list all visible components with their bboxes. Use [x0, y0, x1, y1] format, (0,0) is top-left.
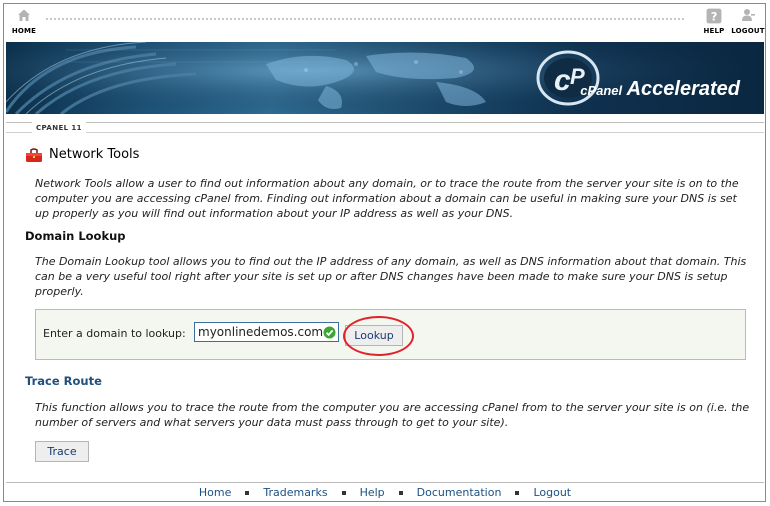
domain-input[interactable]: myonlinedemos.com	[194, 322, 339, 342]
home-nav-label: HOME	[11, 27, 37, 35]
highlight-annotation-circle	[343, 316, 414, 356]
domain-lookup-heading: Domain Lookup	[25, 229, 126, 243]
valid-check-icon	[323, 326, 336, 339]
footer-separator	[245, 491, 250, 495]
page-title: Network Tools	[49, 147, 140, 162]
logout-nav-label: LOGOUT	[731, 27, 765, 35]
help-nav-button[interactable]: ? HELP	[696, 8, 732, 35]
top-navbar: HOME ? HELP LOGOUT	[6, 6, 766, 42]
footer-link-help[interactable]: Help	[360, 486, 385, 499]
home-nav-button[interactable]: HOME	[6, 8, 42, 35]
footer-separator	[515, 491, 520, 495]
svg-text:?: ?	[711, 10, 718, 24]
help-icon: ?	[706, 8, 722, 24]
network-tools-description: Network Tools allow a user to find out i…	[35, 177, 739, 220]
cpanel-header-banner: c P cPanel Accelerated	[6, 42, 764, 114]
brand-wordmark: cPanel Accelerated	[580, 78, 740, 101]
footer-link-documentation[interactable]: Documentation	[417, 486, 502, 499]
navbar-divider	[46, 18, 684, 20]
footer-separator	[398, 491, 403, 495]
home-icon	[18, 9, 30, 21]
footer-link-logout[interactable]: Logout	[533, 486, 571, 499]
trace-button[interactable]: Trace	[35, 441, 89, 462]
domain-input-label: Enter a domain to lookup:	[43, 327, 186, 340]
version-label-wrap: CPANEL 11	[32, 115, 86, 134]
logout-nav-button[interactable]: LOGOUT	[730, 8, 766, 35]
version-divider	[6, 122, 764, 123]
trace-route-heading: Trace Route	[25, 374, 102, 388]
domain-lookup-description: The Domain Lookup tool allows you to fin…	[35, 255, 747, 298]
brand-cpanel-text: cPanel	[580, 83, 623, 98]
footer-separator	[341, 491, 346, 495]
toolbox-icon	[26, 148, 42, 162]
brand-accelerated-text: Accelerated	[626, 78, 740, 100]
version-bar: CPANEL 11	[6, 114, 764, 134]
svg-text:c: c	[554, 64, 571, 97]
footer-nav: Home Trademarks Help Documentation Logout	[0, 486, 770, 499]
footer-divider	[6, 482, 764, 483]
help-nav-label: HELP	[703, 27, 725, 35]
footer-link-home[interactable]: Home	[199, 486, 231, 499]
trace-route-description: This function allows you to trace the ro…	[35, 401, 750, 429]
user-logout-icon	[742, 9, 755, 21]
footer-link-trademarks[interactable]: Trademarks	[263, 486, 327, 499]
version-label: CPANEL 11	[36, 124, 82, 132]
